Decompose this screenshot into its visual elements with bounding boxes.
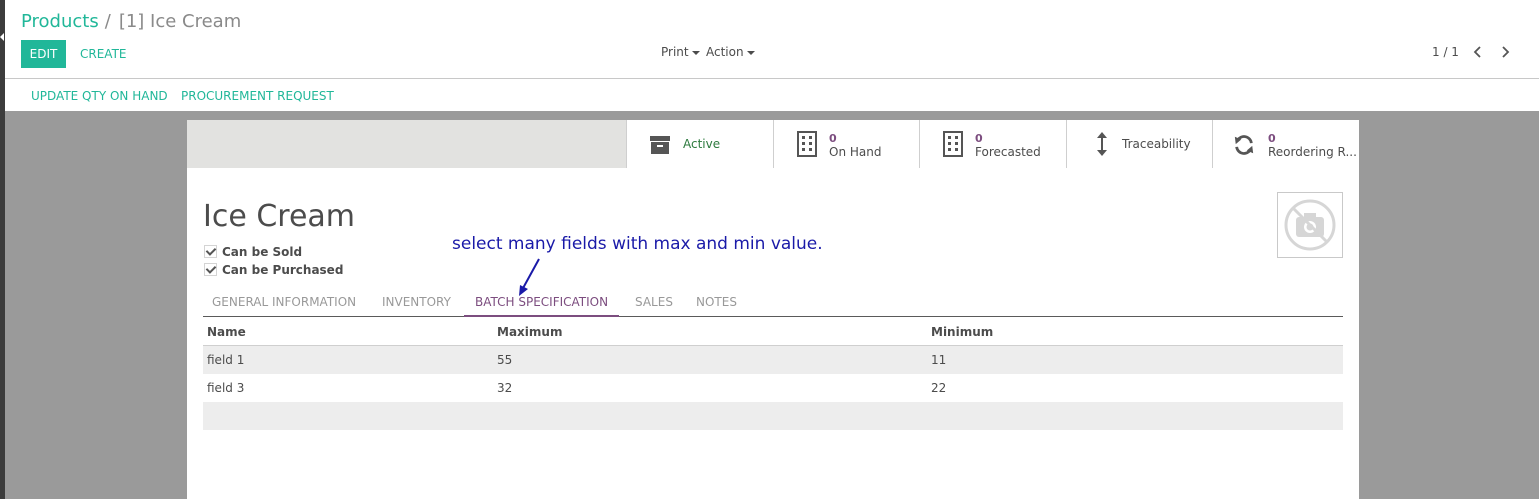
reordering-label: Reordering R... (1268, 145, 1357, 159)
product-name: Ice Cream (203, 199, 356, 234)
can-be-purchased-checkbox[interactable] (204, 263, 217, 276)
tab-batch-specification[interactable]: BATCH SPECIFICATION (464, 292, 620, 317)
table-row[interactable]: field 3 32 22 (203, 374, 1343, 402)
table-header: Name Maximum Minimum (203, 317, 1343, 346)
breadcrumb: Products / [1] Ice Cream (21, 11, 241, 33)
can-be-purchased-label: Can be Purchased (222, 263, 344, 277)
breadcrumb-products-link[interactable]: Products (21, 11, 99, 32)
cell-maximum: 55 (497, 353, 513, 367)
tab-notes[interactable]: NOTES (696, 292, 737, 317)
can-be-sold-label: Can be Sold (222, 245, 303, 259)
chevron-right-icon (1502, 46, 1510, 58)
pager-next-button[interactable] (1495, 41, 1515, 63)
archive-icon (650, 136, 670, 154)
cell-minimum: 11 (931, 353, 947, 367)
active-label: Active (683, 137, 721, 151)
batch-specification-table: Name Maximum Minimum field 1 55 11 field… (203, 317, 1343, 430)
tab-sales[interactable]: SALES (635, 292, 673, 317)
print-dropdown[interactable]: Print (661, 44, 700, 60)
collapse-arrow-icon[interactable] (0, 33, 4, 41)
column-header-minimum[interactable]: Minimum (931, 325, 993, 339)
tab-inventory[interactable]: INVENTORY (382, 292, 451, 317)
forecasted-label: Forecasted (975, 145, 1041, 159)
notebook-tabs: GENERAL INFORMATION INVENTORY BATCH SPEC… (203, 292, 1343, 317)
on-hand-label: On Hand (829, 145, 882, 159)
annotation-text: select many fields with max and min valu… (452, 234, 823, 254)
table-row[interactable]: field 1 55 11 (203, 346, 1343, 374)
edit-button[interactable]: EDIT (21, 40, 66, 68)
column-header-maximum[interactable]: Maximum (497, 325, 562, 339)
caret-down-icon (746, 50, 755, 55)
cell-name: field 3 (207, 381, 245, 395)
column-header-name[interactable]: Name (207, 325, 246, 339)
breadcrumb-current: [1] Ice Cream (118, 11, 242, 32)
pager-value[interactable]: 1 / 1 (1432, 44, 1459, 60)
pager-previous-button[interactable] (1468, 41, 1488, 63)
print-label: Print (661, 45, 689, 59)
forecasted-button[interactable]: 0 Forecasted (919, 120, 1066, 168)
smart-button-box: Active 0 On Hand 0 Forecasted Traceabili… (187, 120, 1359, 168)
product-image[interactable] (1277, 192, 1343, 258)
cell-minimum: 22 (931, 381, 947, 395)
chevron-left-icon (1473, 46, 1481, 58)
caret-down-icon (691, 50, 700, 55)
tab-general-information[interactable]: GENERAL INFORMATION (212, 292, 356, 317)
procurement-request-button[interactable]: PROCUREMENT REQUEST (181, 88, 334, 104)
on-hand-value: 0 (829, 132, 837, 145)
action-dropdown[interactable]: Action (706, 44, 755, 60)
can-be-sold-checkbox[interactable] (204, 245, 217, 258)
create-button[interactable]: CREATE (80, 40, 127, 68)
control-panel-divider (5, 78, 1539, 79)
forecasted-value: 0 (975, 132, 983, 145)
traceability-label: Traceability (1122, 137, 1191, 151)
left-edge-bar (0, 0, 5, 499)
table-empty-row[interactable] (203, 402, 1343, 430)
traceability-button[interactable]: Traceability (1066, 120, 1212, 168)
action-label: Action (706, 45, 744, 59)
reordering-rules-button[interactable]: 0 Reordering R... (1212, 120, 1359, 168)
on-hand-button[interactable]: 0 On Hand (773, 120, 919, 168)
breadcrumb-separator: / (104, 11, 111, 32)
reordering-value: 0 (1268, 132, 1276, 145)
form-sheet: Active 0 On Hand 0 Forecasted Traceabili… (187, 120, 1359, 499)
building-icon (943, 131, 963, 157)
cell-maximum: 32 (497, 381, 513, 395)
refresh-icon (1234, 135, 1254, 155)
control-panel: Products / [1] Ice Cream EDIT CREATE Print… (0, 0, 1539, 111)
update-qty-button[interactable]: UPDATE QTY ON HAND (31, 88, 168, 104)
cell-name: field 1 (207, 353, 245, 367)
no-camera-icon (1284, 199, 1336, 251)
arrows-vertical-icon (1097, 132, 1107, 156)
building-icon (797, 131, 817, 157)
active-toggle-button[interactable]: Active (626, 120, 773, 168)
can-be-sold-row: Can be Sold (204, 244, 302, 260)
can-be-purchased-row: Can be Purchased (204, 262, 343, 278)
